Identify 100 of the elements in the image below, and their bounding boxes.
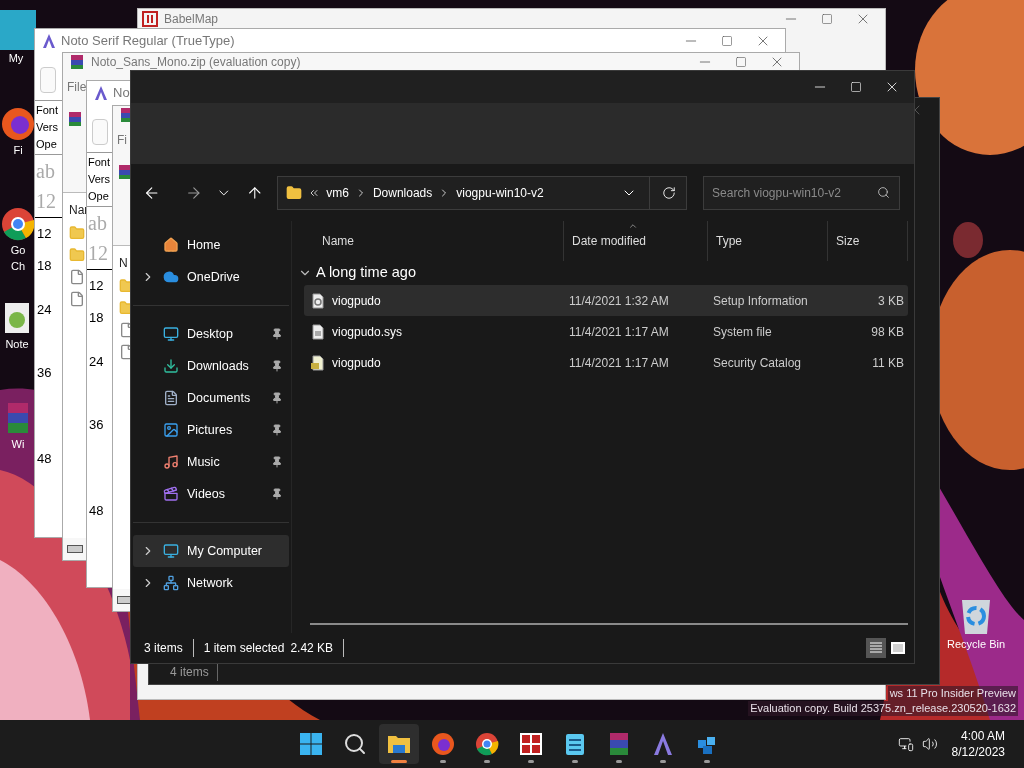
volume-icon[interactable] <box>921 736 938 752</box>
watermark-text: ws 11 Pro Insider Preview <box>887 686 1018 701</box>
size-label: 36 <box>89 417 104 432</box>
column-header[interactable]: Date modified <box>564 221 708 261</box>
column-header[interactable]: Type <box>708 221 828 261</box>
menu-item[interactable]: Fi <box>117 130 127 149</box>
breadcrumb[interactable]: Downloads <box>372 183 433 202</box>
pin-icon <box>271 488 283 500</box>
sidebar-item[interactable]: Documents <box>133 382 289 414</box>
search-icon <box>877 185 890 199</box>
download-icon <box>163 358 179 374</box>
sample-text: 12 <box>88 241 108 266</box>
pin-icon <box>271 424 283 436</box>
icon-label[interactable]: Fi <box>13 142 23 158</box>
file-size: 3 KB <box>877 292 905 310</box>
pin-icon <box>271 360 283 372</box>
search-field[interactable]: Search viogpu-win10-v2 <box>703 175 900 210</box>
monitor-icon <box>163 543 179 559</box>
sidebar-item[interactable]: OneDrive <box>133 261 289 293</box>
babelmap-icon <box>519 732 543 756</box>
breadcrumb[interactable]: vm6 <box>326 183 349 202</box>
font-icon <box>41 33 57 49</box>
books-icon <box>607 732 631 756</box>
chrome-icon <box>475 732 499 756</box>
address-bar[interactable]: vm6 Downloads viogpu-win10-v2 <box>277 175 688 210</box>
file-row[interactable]: viogpudo 11/4/2021 1:17 AM Security Catalog 11 KB <box>304 347 908 378</box>
sidebar-item[interactable]: Videos <box>133 478 289 510</box>
group-header[interactable]: A long time ago <box>316 262 416 284</box>
video-icon <box>163 486 179 502</box>
file-icon <box>69 291 85 307</box>
info-text: Font <box>36 103 58 118</box>
icon-label[interactable]: Ch <box>10 258 26 274</box>
info-text: Vers <box>36 120 58 135</box>
column-header[interactable]: Name <box>292 221 564 261</box>
menu-item[interactable]: File <box>67 77 87 96</box>
picture-icon <box>163 422 179 438</box>
books-icon <box>117 164 133 180</box>
monitor-icon <box>163 326 179 342</box>
network-icon <box>163 575 179 591</box>
window-title: Noto Serif Regular (TrueType) <box>61 32 236 51</box>
sample-text: 12 <box>36 189 56 214</box>
icon-label[interactable]: Note <box>5 336 29 352</box>
size-label: 12 <box>89 278 104 293</box>
size-label: 18 <box>89 310 104 325</box>
size-label: 48 <box>89 503 104 518</box>
books-icon <box>69 53 85 70</box>
clock[interactable]: 4:00 AM 8/12/2023 <box>951 728 1024 760</box>
notepad-icon <box>563 732 587 756</box>
breadcrumb[interactable]: viogpu-win10-v2 <box>456 183 544 202</box>
document-icon <box>163 390 179 406</box>
sidebar-item[interactable]: Network <box>133 567 289 599</box>
monitor-icon <box>0 10 36 50</box>
cloud-icon <box>163 269 179 285</box>
size-label: 24 <box>37 302 52 317</box>
sidebar-item[interactable]: Pictures <box>133 414 289 446</box>
status-text: 1 item selected <box>202 640 286 657</box>
sidebar-item[interactable]: Desktop <box>133 318 289 350</box>
sidebar-item[interactable]: My Computer <box>133 535 289 567</box>
sidebar-item[interactable]: Home <box>133 229 289 261</box>
sample-text: ab <box>88 211 107 236</box>
icon-label[interactable]: Go <box>10 242 26 258</box>
window-title: No <box>113 84 131 103</box>
column-header[interactable]: Size <box>828 221 908 261</box>
file-row[interactable]: viogpudo.sys 11/4/2021 1:17 AM System file 98 KB <box>304 316 908 347</box>
file-date: 11/4/2021 1:32 AM <box>568 292 670 310</box>
window-icon <box>891 642 905 654</box>
babelmap-icon <box>142 10 158 27</box>
size-label: 48 <box>37 451 52 466</box>
firefox-icon <box>0 106 36 142</box>
home-icon <box>163 237 179 253</box>
info-text: Font <box>88 155 110 170</box>
folder-icon <box>69 247 85 263</box>
file-size: 11 KB <box>871 354 905 372</box>
size-label: 36 <box>37 365 52 380</box>
icon-label[interactable]: Recycle Bin <box>946 636 1006 652</box>
sidebar-item[interactable]: Downloads <box>133 350 289 382</box>
font-icon <box>651 732 675 756</box>
certificate-icon <box>310 354 326 371</box>
folder-icon <box>69 225 85 241</box>
icon-label[interactable]: My <box>8 50 24 66</box>
music-icon <box>163 454 179 470</box>
size-label: 12 <box>37 226 52 241</box>
search-icon <box>343 732 367 756</box>
column-header: N <box>119 255 128 272</box>
pin-icon <box>271 392 283 404</box>
horizontal-scrollbar[interactable] <box>310 623 908 625</box>
file-row[interactable]: viogpudo 11/4/2021 1:32 AM Setup Information 3 KB <box>304 285 908 316</box>
list-icon <box>869 642 883 654</box>
file-icon <box>69 269 85 285</box>
sort-icon <box>628 221 638 231</box>
file-type: Setup Information <box>712 292 809 310</box>
firefox-icon <box>431 732 455 756</box>
file-icon <box>310 323 326 340</box>
refresh-icon[interactable] <box>662 185 677 200</box>
icon-label[interactable]: Wi <box>11 436 25 452</box>
font-icon <box>93 85 109 101</box>
network-icon[interactable] <box>897 736 914 752</box>
taskbar-button[interactable] <box>379 724 419 764</box>
sample-text: ab <box>36 159 55 184</box>
sidebar-item[interactable]: Music <box>133 446 289 478</box>
